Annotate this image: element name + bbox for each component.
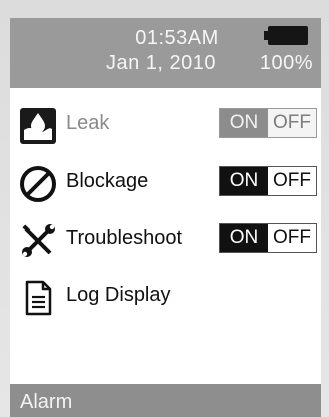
menu-item-label: Troubleshoot xyxy=(66,227,182,249)
document-icon xyxy=(25,280,52,316)
menu-item-label: Blockage xyxy=(66,170,149,192)
battery-percent: 100% xyxy=(259,52,313,74)
screen-title: Alarm xyxy=(20,391,73,413)
toggle-on[interactable]: ON xyxy=(220,109,268,137)
clock-date: Jan 1, 2010 xyxy=(106,52,217,74)
toggle-off[interactable]: OFF xyxy=(268,224,316,252)
device-frame: 01:53AM Jan 1, 2010 100% Leak ON OFF Blo… xyxy=(0,0,329,417)
troubleshoot-toggle[interactable]: ON OFF xyxy=(219,223,317,253)
footer-bar: Alarm xyxy=(10,384,321,417)
menu-item-log-display[interactable]: Log Display xyxy=(10,274,321,318)
menu-item-troubleshoot[interactable]: Troubleshoot ON OFF xyxy=(10,217,321,261)
blockage-toggle[interactable]: ON OFF xyxy=(219,166,317,196)
tools-icon xyxy=(22,224,55,257)
toggle-off[interactable]: OFF xyxy=(268,167,316,195)
menu-item-label: Log Display xyxy=(66,284,171,306)
toggle-on[interactable]: ON xyxy=(220,224,268,252)
leak-toggle[interactable]: ON OFF xyxy=(219,108,317,138)
toggle-on[interactable]: ON xyxy=(220,167,268,195)
status-bar: 01:53AM Jan 1, 2010 100% xyxy=(10,18,321,88)
screen: 01:53AM Jan 1, 2010 100% Leak ON OFF Blo… xyxy=(10,18,321,417)
toggle-off[interactable]: OFF xyxy=(268,109,316,137)
water-drop-icon xyxy=(20,108,56,144)
no-entry-icon xyxy=(20,166,56,202)
battery-icon xyxy=(264,26,308,45)
menu-item-blockage[interactable]: Blockage ON OFF xyxy=(10,160,321,204)
menu-item-leak[interactable]: Leak ON OFF xyxy=(10,102,321,146)
clock-time: 01:53AM xyxy=(135,27,219,49)
menu-item-label: Leak xyxy=(66,112,110,134)
